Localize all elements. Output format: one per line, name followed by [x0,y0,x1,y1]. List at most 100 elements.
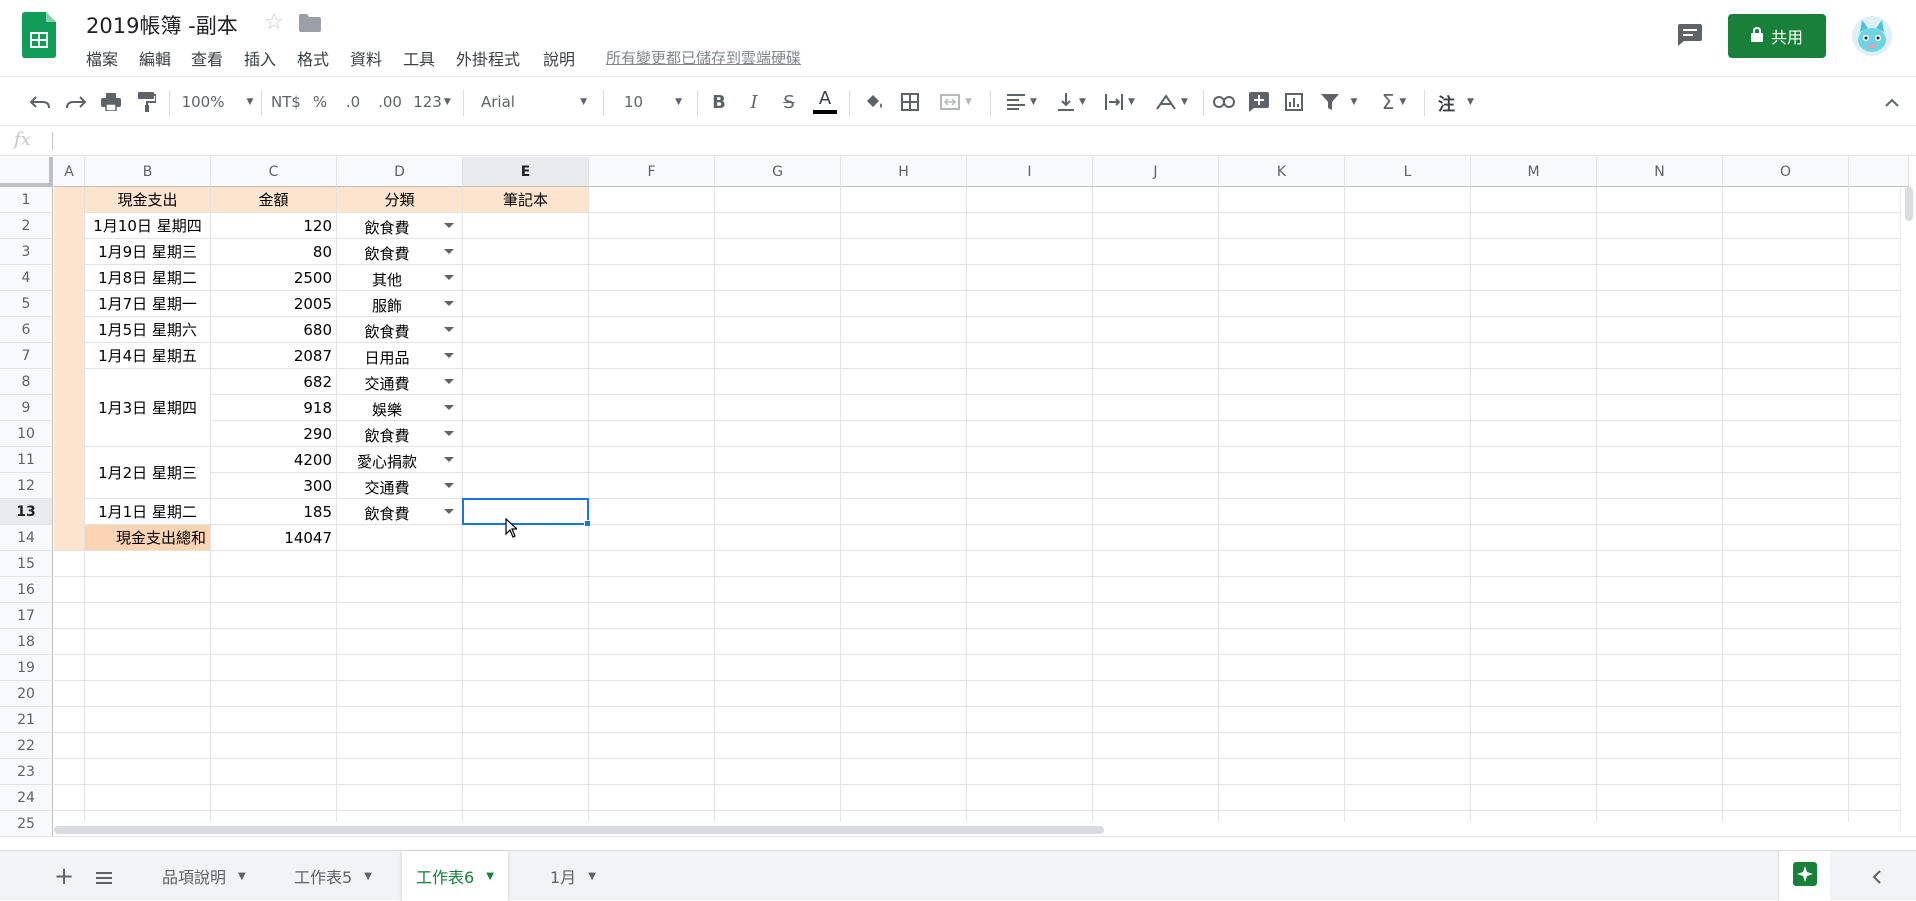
grid-cell[interactable] [337,655,463,681]
header-category[interactable]: 分類 [337,187,463,213]
date-cell[interactable]: 1月9日 星期三 [85,239,211,265]
grid-cell[interactable] [841,187,967,213]
row-header-18[interactable]: 18 [0,629,53,655]
grid-cell[interactable] [589,655,715,681]
grid-cell[interactable] [715,785,841,811]
grid-cell[interactable] [1597,187,1723,213]
row-header-25[interactable]: 25 [0,811,53,837]
grid-cell[interactable] [589,343,715,369]
grid-cell[interactable] [463,785,589,811]
category-dropdown-icon[interactable] [444,327,454,332]
category-cell[interactable]: 日用品 [337,343,463,369]
insert-chart-icon[interactable] [1280,77,1308,127]
grid-cell[interactable] [1093,213,1219,239]
grid-cell[interactable] [1219,733,1345,759]
grid-cell[interactable] [1723,447,1849,473]
category-dropdown-icon[interactable] [444,353,454,358]
grid-cell[interactable] [1219,681,1345,707]
grid-cell[interactable] [1471,499,1597,525]
grid-cell[interactable] [967,733,1093,759]
grid-cell[interactable] [1597,759,1723,785]
column-header-k[interactable]: K [1219,157,1345,187]
grid-cell[interactable] [54,785,85,811]
row-header-16[interactable]: 16 [0,577,53,603]
column-header-j[interactable]: J [1093,157,1219,187]
grid-cell[interactable] [1597,421,1723,447]
grid-cell[interactable] [1597,447,1723,473]
grid-cell[interactable] [841,551,967,577]
selection-fill-handle[interactable] [584,520,591,527]
grid-cell[interactable] [337,681,463,707]
font-size-select[interactable]: 10 ▼ [612,77,688,127]
grid-cell[interactable] [1219,421,1345,447]
grid-cell[interactable] [841,655,967,681]
grid-cell[interactable] [967,265,1093,291]
grid-cell[interactable] [589,681,715,707]
grid-cell[interactable] [1471,473,1597,499]
text-rotation-icon[interactable]: ▼ [1150,77,1194,127]
grid-cell[interactable] [1345,499,1471,525]
grid-cell[interactable] [1597,655,1723,681]
grid-cell[interactable] [967,447,1093,473]
row-header-19[interactable]: 19 [0,655,53,681]
grid-cell[interactable] [1345,785,1471,811]
menu-insert[interactable]: 插入 [244,46,276,70]
grid-cell[interactable] [1093,187,1219,213]
grid-cell[interactable] [589,759,715,785]
date-cell[interactable]: 1月7日 星期一 [85,291,211,317]
grid-cell[interactable] [589,421,715,447]
row-header-24[interactable]: 24 [0,785,53,811]
column-header-g[interactable]: G [715,157,841,187]
grid-cell[interactable] [463,447,589,473]
grid-cell[interactable] [589,317,715,343]
grid-cell[interactable] [841,369,967,395]
grid-cell[interactable] [715,681,841,707]
grid-cell[interactable] [337,707,463,733]
grid-cell[interactable] [1597,395,1723,421]
grid-cell[interactable] [85,707,211,733]
increase-decimal-button[interactable]: .00 [373,77,407,127]
grid-cell[interactable] [85,603,211,629]
column-header-n[interactable]: N [1597,157,1723,187]
horizontal-scrollbar[interactable] [54,822,1900,836]
grid-cell[interactable] [841,421,967,447]
row-header-3[interactable]: 3 [0,239,53,265]
grid-cell[interactable] [967,785,1093,811]
grid-cell[interactable] [715,291,841,317]
grid-cell[interactable] [1345,629,1471,655]
grid-cell[interactable] [54,655,85,681]
grid-cell[interactable] [841,733,967,759]
grid-cell[interactable] [1219,629,1345,655]
avatar[interactable] [1852,16,1892,56]
date-cell[interactable]: 1月5日 星期六 [85,317,211,343]
grid-cell[interactable] [715,707,841,733]
grid-cell[interactable] [1219,395,1345,421]
grid-cell[interactable] [1093,421,1219,447]
row-header-21[interactable]: 21 [0,707,53,733]
grid-cell[interactable] [1471,239,1597,265]
grid-cell[interactable] [1345,525,1471,551]
grid-cell[interactable] [1093,733,1219,759]
grid-cell[interactable] [1219,473,1345,499]
zoom-select[interactable]: 100% ▼ [180,77,255,127]
grid-cell[interactable] [1345,707,1471,733]
text-wrapping-icon[interactable]: ▼ [1100,77,1140,127]
row-header-17[interactable]: 17 [0,603,53,629]
grid-cell[interactable] [1345,681,1471,707]
grid-cell[interactable] [1093,551,1219,577]
amount-cell[interactable]: 80 [211,239,337,265]
row-header-6[interactable]: 6 [0,317,53,343]
grid-cell[interactable] [1597,213,1723,239]
grid-cell[interactable] [463,525,589,551]
category-cell[interactable]: 飲食費 [337,421,463,447]
sheets-logo-icon[interactable] [22,12,56,58]
horizontal-scrollbar-thumb[interactable] [54,826,1104,834]
grid-cell[interactable] [211,629,337,655]
grid-cell[interactable] [54,551,85,577]
sheet-tab-3[interactable]: 1月 ▼ [536,851,610,901]
grid-cell[interactable] [1597,239,1723,265]
grid-cell[interactable] [1723,577,1849,603]
category-dropdown-icon[interactable] [444,509,454,514]
formula-input[interactable] [58,126,1898,155]
grid-cell[interactable] [841,629,967,655]
